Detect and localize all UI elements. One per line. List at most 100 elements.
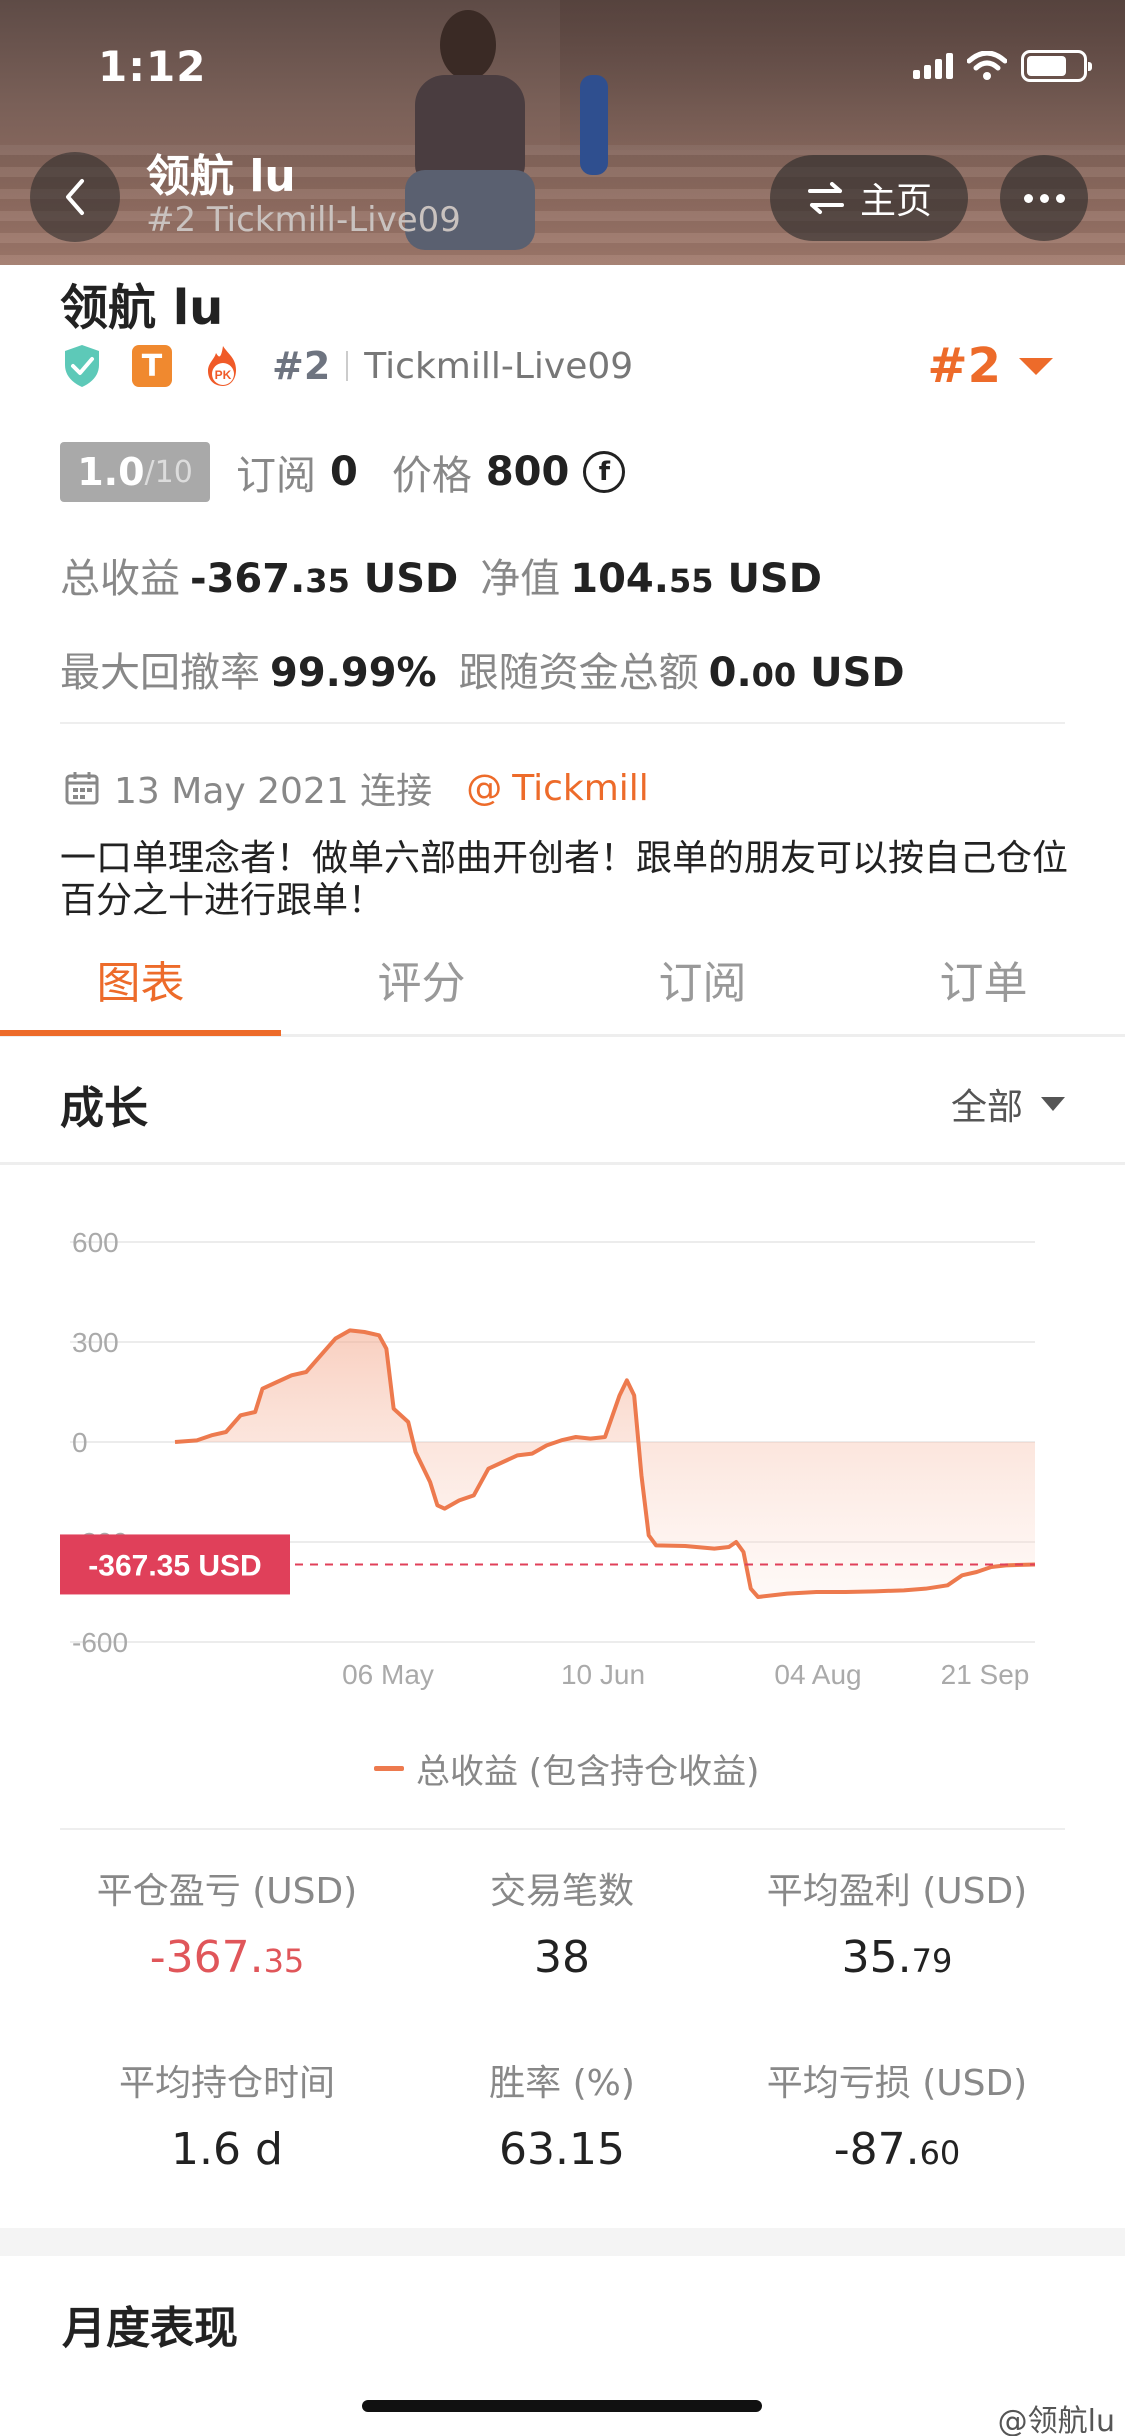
equity-label: 净值 (480, 556, 561, 602)
stat-trade-count: 交易笔数 38 (392, 1862, 732, 1983)
tab-rating[interactable]: 评分 (281, 935, 562, 1035)
trader-name: 领航 lu (60, 280, 224, 336)
follow-funds-value: 0.00 USD (708, 650, 905, 696)
monthly-performance-title: 月度表现 (62, 2303, 238, 2354)
badge-separator (346, 351, 349, 381)
header-trader-name: 领航 lu (146, 151, 296, 202)
y-tick-label: 600 (72, 1227, 119, 1258)
stat-value: 63.15 (499, 2124, 625, 2175)
subscribe-label: 订阅 (236, 453, 316, 499)
pk-fire-icon: PK (208, 346, 236, 386)
score-badge: 1.0/10 (60, 442, 210, 502)
subscribe-count: 0 (330, 449, 358, 495)
battery-icon (1021, 50, 1092, 82)
more-dot (1039, 193, 1049, 203)
price-label: 价格 (391, 453, 472, 499)
total-profit-value: -367.35 USD (190, 556, 459, 602)
stat-label: 交易笔数 (489, 1871, 634, 1912)
divider (60, 722, 1065, 724)
drawdown-row: 最大回撤率 99.99% 跟随资金总额 0.00 USD (60, 640, 905, 698)
calendar-icon (65, 772, 99, 805)
stat-value: 1.6 d (171, 2124, 283, 2175)
price-value: 800 (485, 449, 570, 495)
stat-avg-loss: 平均亏损 (USD) -87.60 (727, 2054, 1067, 2175)
wifi-icon (967, 51, 1007, 80)
x-tick-label: 10 Jun (561, 1659, 645, 1690)
active-tab-indicator (0, 1030, 281, 1036)
follow-funds-label: 跟随资金总额 (458, 650, 699, 696)
score-value: 1.0 (77, 450, 145, 494)
coin-icon: f (583, 451, 626, 493)
x-tick-label: 21 Sep (941, 1659, 1030, 1690)
section-divider (0, 1162, 1125, 1165)
rank-dropdown-icon[interactable] (1019, 358, 1053, 375)
stat-value: -87.60 (833, 2124, 961, 2175)
x-tick-label: 06 May (342, 1659, 434, 1690)
rank-small: #2 (272, 344, 331, 388)
stat-label: 胜率 (%) (489, 2063, 635, 2104)
connection-row: 13 May 2021 连接 @ Tickmill (64, 762, 649, 814)
score-max: /10 (144, 454, 193, 490)
range-filter-dropdown[interactable]: 全部 (951, 1078, 1065, 1130)
y-tick-label: -600 (72, 1627, 128, 1658)
back-button[interactable] (30, 152, 120, 242)
legend-label: 总收益 (包含持仓收益) (416, 1752, 760, 1792)
stat-value: 38 (534, 1932, 590, 1983)
home-button[interactable]: 主页 (770, 155, 968, 241)
total-profit-label: 总收益 (60, 556, 180, 602)
stat-label: 平均持仓时间 (118, 2063, 335, 2104)
server-name: Tickmill-Live09 (364, 345, 634, 387)
watermark: @领航lu (997, 2404, 1115, 2436)
cellular-signal-icon (913, 53, 953, 79)
chevron-down-icon (1041, 1097, 1065, 1111)
section-spacer (0, 2228, 1125, 2256)
trader-level-badge: T (132, 345, 172, 387)
badge-row: T PK #2 Tickmill-Live09 (62, 343, 633, 389)
stat-avg-profit: 平均盈利 (USD) 35.79 (727, 1862, 1067, 1983)
stat-value: 35.79 (841, 1932, 953, 1983)
cover-passerby (580, 75, 608, 175)
growth-chart[interactable]: 6003000-300-60006 May10 Jun04 Aug21 Sep-… (0, 1170, 1125, 1710)
home-indicator (362, 2400, 762, 2412)
stat-label: 平仓盈亏 (USD) (96, 1871, 358, 1912)
x-tick-label: 04 Aug (774, 1659, 861, 1690)
range-filter-label: 全部 (950, 1087, 1023, 1128)
pk-badge-text: PK (215, 368, 232, 382)
status-time: 1:12 (98, 42, 207, 91)
tab-subscribe[interactable]: 订阅 (562, 935, 843, 1035)
chevron-left-icon (66, 179, 84, 215)
broker-at-icon: @ (466, 767, 503, 809)
score-row: 1.0/10 订阅 0 价格 800 f (60, 442, 626, 502)
tab-bar: 图表 评分 订阅 订单 (0, 935, 1125, 1035)
status-icons (913, 50, 1092, 82)
series-area (175, 1330, 1035, 1597)
drawdown-label: 最大回撤率 (60, 650, 260, 696)
stat-avg-hold-time: 平均持仓时间 1.6 d (57, 2054, 397, 2175)
rank-large[interactable]: #2 (927, 338, 1001, 394)
verified-shield-icon (65, 345, 99, 387)
y-tick-label: 300 (72, 1327, 119, 1358)
broker-link[interactable]: Tickmill (512, 768, 649, 809)
tab-orders[interactable]: 订单 (843, 935, 1124, 1035)
more-dot (1055, 193, 1065, 203)
stat-value: -367.35 (149, 1932, 305, 1983)
growth-section-title: 成长 (60, 1083, 148, 1134)
more-dot (1023, 193, 1033, 203)
swap-arrows-icon (807, 182, 844, 214)
stat-closed-pnl: 平仓盈亏 (USD) -367.35 (57, 1862, 397, 1983)
chart-legend[interactable]: 总收益 (包含持仓收益) (374, 1744, 759, 1793)
stat-label: 平均盈利 (USD) (766, 1871, 1028, 1912)
connection-date: 13 May 2021 连接 (114, 771, 433, 812)
header-subtitle: #2 Tickmill-Live09 (146, 200, 461, 240)
legend-swatch (374, 1766, 404, 1771)
profit-row: 总收益 -367.35 USD 净值 104.55 USD (60, 546, 822, 604)
home-button-label: 主页 (859, 181, 932, 222)
equity-value: 104.55 USD (570, 556, 822, 602)
stat-label: 平均亏损 (USD) (766, 2063, 1028, 2104)
current-value-label: -367.35 USD (88, 1549, 261, 1582)
tab-chart[interactable]: 图表 (0, 935, 281, 1035)
divider (60, 1828, 1065, 1830)
more-options-button[interactable] (1000, 155, 1088, 241)
y-tick-label: 0 (72, 1427, 88, 1458)
drawdown-value: 99.99% (270, 650, 437, 696)
